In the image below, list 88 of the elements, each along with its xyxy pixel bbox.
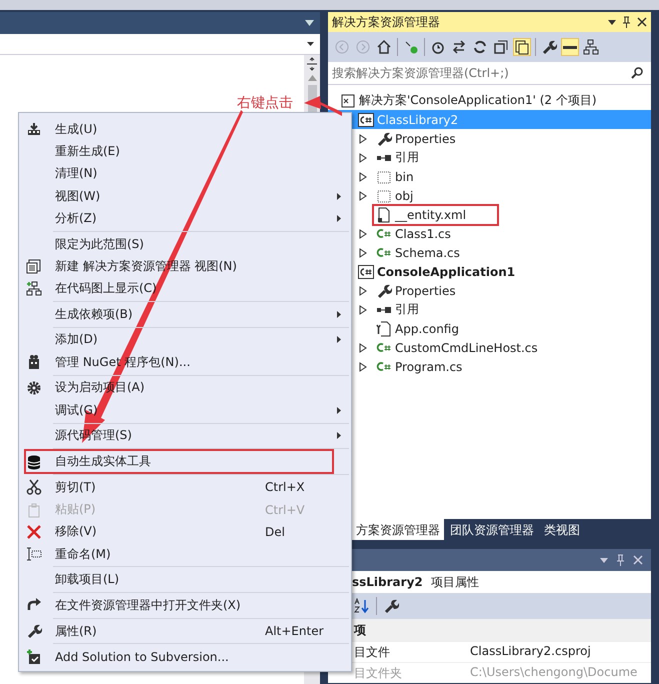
dropdown-icon[interactable]	[305, 20, 314, 26]
tree-item-label[interactable]: obj	[392, 188, 416, 202]
expand-arrow-icon[interactable]	[358, 362, 368, 372]
panel-title: 解决方案资源管理器	[332, 14, 441, 30]
expand-arrow-icon[interactable]	[358, 304, 368, 314]
dotted-folder-icon	[376, 168, 392, 184]
build-icon	[26, 121, 42, 138]
csharp-project-icon	[358, 112, 374, 128]
dotted-folder-icon	[376, 188, 392, 204]
expand-arrow-icon[interactable]	[358, 190, 368, 200]
gear-icon	[26, 380, 42, 396]
tree-item-label[interactable]: Properties	[392, 284, 459, 298]
home-icon[interactable]	[376, 39, 392, 55]
close-icon[interactable]	[637, 17, 647, 27]
wrench-icon[interactable]	[383, 598, 399, 614]
split-icon[interactable]	[305, 57, 319, 71]
show-all-files-icon[interactable]	[514, 39, 530, 55]
file-icon	[376, 206, 392, 222]
menu-item[interactable]: 在代码图上显示(C)	[19, 277, 351, 300]
tree-item-label[interactable]: Class1.cs	[392, 226, 454, 240]
panel-tab[interactable]: 类视图	[540, 519, 584, 540]
diagram-icon	[26, 280, 42, 297]
sort-icon[interactable]	[354, 598, 370, 614]
add-icon	[26, 648, 42, 665]
tree-item-label[interactable]: CustomCmdLineHost.cs	[392, 340, 541, 354]
config-file-icon	[376, 320, 392, 336]
menu-item[interactable]: 分析(Z)	[19, 207, 351, 230]
tree-item-label[interactable]: __entity.xml	[392, 208, 470, 222]
menu-item[interactable]: Add Solution to Subversion...	[19, 646, 351, 668]
menu-item[interactable]: 生成依赖项(B)	[19, 303, 351, 326]
window-icon	[26, 258, 42, 274]
annotation-arrow	[304, 96, 342, 116]
expand-arrow-icon[interactable]	[358, 286, 368, 296]
tree-item-label[interactable]: Program.cs	[392, 360, 466, 374]
menu-item[interactable]: 调试(G)	[19, 399, 351, 422]
wrench-icon[interactable]	[541, 39, 557, 55]
tree-item-label[interactable]: bin	[392, 170, 417, 184]
dropdown-icon[interactable]	[608, 20, 616, 24]
menu-item[interactable]: 重命名(M)	[19, 542, 351, 566]
tree-item-label[interactable]: App.config	[392, 322, 462, 336]
tree-item-label[interactable]: 引用	[392, 301, 422, 318]
expand-arrow-icon[interactable]	[358, 172, 368, 182]
csharp-project-icon	[358, 264, 374, 280]
property-value[interactable]: ClassLibrary2.csproj	[468, 642, 651, 662]
search-field[interactable]: 搜索解决方案资源管理器(Ctrl+;)	[328, 62, 651, 85]
menu-item[interactable]: 自动生成实体工具	[19, 450, 351, 473]
wrench-icon	[376, 130, 392, 146]
package-icon	[26, 354, 42, 370]
property-name: 目文件夹	[353, 665, 403, 682]
panel-tab[interactable]: 方案资源管理器	[352, 519, 444, 540]
menu-item[interactable]: 生成(U)	[19, 118, 351, 140]
sync-icon[interactable]	[403, 39, 419, 55]
menu-item[interactable]: 清理(N)	[19, 162, 351, 185]
menu-item[interactable]: 在文件资源管理器中打开文件夹(X)	[19, 594, 351, 617]
wrench-icon	[26, 623, 42, 640]
wrench-icon	[376, 282, 392, 298]
expand-arrow-icon[interactable]	[358, 342, 368, 352]
menu-item[interactable]: 添加(D)	[19, 328, 351, 352]
diagram-icon[interactable]	[583, 39, 599, 55]
scissors-icon	[26, 479, 42, 496]
collapse-all-icon[interactable]	[493, 39, 509, 55]
solution-icon	[340, 92, 356, 108]
expand-arrow-icon[interactable]	[358, 248, 368, 258]
pin-icon[interactable]	[622, 16, 631, 28]
menu-item[interactable]: 限定为此范围(S)	[19, 232, 351, 256]
delete-icon	[26, 524, 42, 540]
property-name: 目文件	[353, 644, 391, 661]
menu-item[interactable]: 视图(W)	[19, 184, 351, 208]
panel-tab[interactable]: 团队资源管理器	[446, 519, 538, 540]
rename-icon	[26, 546, 42, 562]
menu-item[interactable]: 剪切(T) Ctrl+X	[19, 476, 351, 498]
expand-arrow-icon[interactable]	[358, 152, 368, 162]
clipboard-icon	[26, 502, 42, 518]
menu-item[interactable]: 移除(V) Del	[19, 520, 351, 543]
database-icon	[26, 454, 42, 470]
tree-item-label[interactable]: Properties	[392, 132, 459, 146]
expand-arrow-icon[interactable]	[358, 134, 368, 144]
expand-arrow-icon[interactable]	[358, 228, 368, 238]
tree-item-label[interactable]: 引用	[392, 149, 422, 166]
dropdown-icon[interactable]	[307, 42, 314, 46]
search-icon[interactable]	[631, 67, 643, 79]
refresh-icon[interactable]	[472, 39, 488, 55]
tree-item-label[interactable]: 解决方案'ConsoleApplication1' (2 个项目)	[356, 92, 600, 109]
annotation-label: 右键点击	[237, 94, 293, 112]
menu-item[interactable]: 重新生成(E)	[19, 140, 351, 163]
tree-item-label[interactable]: Schema.cs	[392, 246, 463, 260]
swap-icon[interactable]	[451, 39, 467, 55]
tree-item-label[interactable]: ConsoleApplication1	[374, 264, 518, 278]
